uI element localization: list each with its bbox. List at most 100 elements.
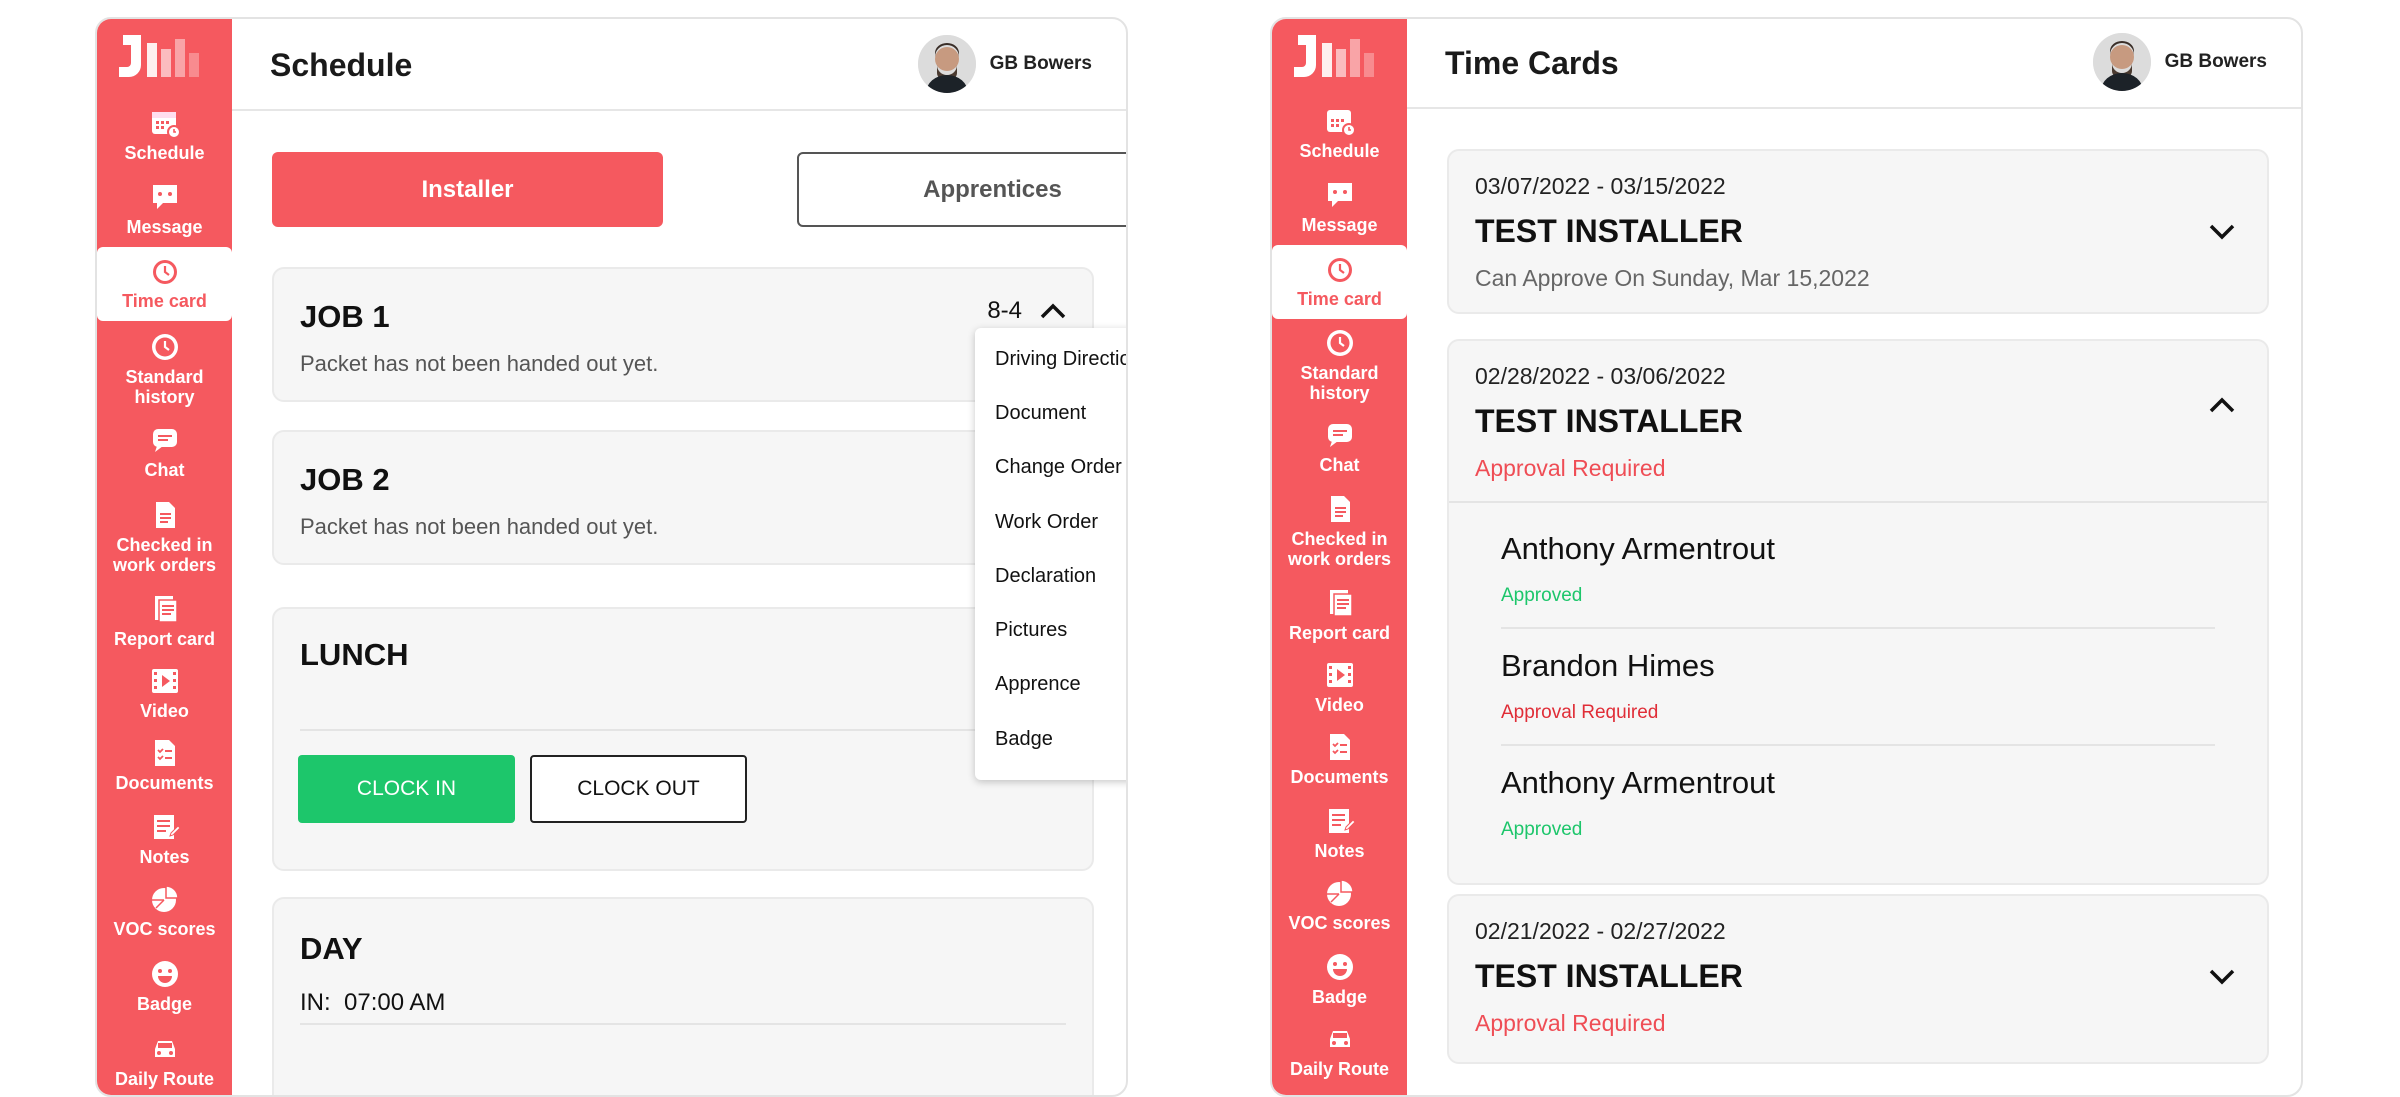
sidebar-item-chat[interactable]: Chat [97,422,232,480]
sidebar-item-label: Daily Route [114,1069,215,1089]
chevron-down-icon[interactable] [2207,966,2237,986]
sidebar-item-badge[interactable]: Badge [97,956,232,1014]
job-title: JOB 2 [300,462,390,497]
clock-out-button[interactable]: CLOCK OUT [530,755,747,823]
sidebar-item-daily-route[interactable]: Daily Route [1272,1021,1407,1079]
entry-status: Approval Required [1501,702,1659,723]
timecard-title: TEST INSTALLER [1475,958,1743,994]
menu-item-change-order[interactable]: Change Order [975,441,1126,495]
sidebar-item-time-card[interactable]: Time card [1272,245,1407,319]
timecard-2[interactable]: 02/28/2022 - 03/06/2022 TEST INSTALLER A… [1447,339,2269,885]
schedule-panel: Schedule Message Time card Standard hist… [95,17,1128,1097]
menu-item-document[interactable]: Document [975,386,1126,440]
menu-item-work-order[interactable]: Work Order [975,495,1126,549]
sidebar-item-label: Video [1315,695,1364,715]
sidebar: Schedule Message Time card Standard hist… [97,19,232,1095]
pie-chart-icon [1322,875,1358,911]
sidebar-item-label: Message [126,217,203,237]
report-icon [147,591,183,627]
sidebar-item-documents[interactable]: Documents [1272,729,1407,787]
day-title: DAY [300,931,363,966]
entry-name: Brandon Himes [1501,648,1715,683]
calendar-icon [1322,103,1358,139]
entry-name: Anthony Armentrout [1501,531,1775,566]
sidebar-item-documents[interactable]: Documents [97,735,232,793]
sidebar-item-schedule[interactable]: Schedule [1272,103,1407,161]
report-icon [1322,585,1358,621]
timecard-3[interactable]: 02/21/2022 - 02/27/2022 TEST INSTALLER A… [1447,894,2269,1064]
chevron-down-icon[interactable] [2207,221,2237,241]
job-card-1[interactable]: JOB 1 Packet has not been handed out yet… [272,267,1094,402]
sidebar-item-label: Chat [1319,455,1360,475]
tab-installer[interactable]: Installer [272,152,663,227]
sidebar-item-standard-history[interactable]: Standard history [97,329,232,407]
sidebar-item-checked-in-work-orders[interactable]: Checked in work orders [1272,491,1407,569]
message-icon [147,179,183,215]
menu-item-driving-direction[interactable]: Driving Direction [975,332,1126,386]
history-icon [1322,325,1358,361]
document-icon [1322,491,1358,527]
clock-icon [147,253,183,289]
user-profile[interactable]: GB Bowers [2092,33,2267,91]
job-time: 8-4 [987,297,1022,324]
sidebar-item-voc-scores[interactable]: VOC scores [97,881,232,939]
sidebar-item-notes[interactable]: Notes [97,809,232,867]
message-icon [1322,177,1358,213]
menu-item-apprence[interactable]: Apprence [975,658,1126,712]
sidebar-item-video[interactable]: Video [97,663,232,721]
sidebar-item-report-card[interactable]: Report card [1272,585,1407,643]
checklist-icon [147,735,183,771]
sidebar-item-notes[interactable]: Notes [1272,803,1407,861]
menu-item-pictures[interactable]: Pictures [975,603,1126,657]
car-icon [147,1031,183,1067]
timecard-1[interactable]: 03/07/2022 - 03/15/2022 TEST INSTALLER C… [1447,149,2269,314]
divider [1501,744,2215,746]
day-in-label: IN: [300,989,331,1016]
user-name: GB Bowers [989,53,1092,74]
user-profile[interactable]: GB Bowers [917,35,1092,93]
page-title: Schedule [270,47,413,83]
sidebar-item-video[interactable]: Video [1272,657,1407,715]
sidebar-item-voc-scores[interactable]: VOC scores [1272,875,1407,933]
sidebar-item-report-card[interactable]: Report card [97,591,232,649]
page-title: Time Cards [1445,45,1619,81]
day-in-time: 07:00 AM [344,989,446,1016]
divider [1449,501,2267,503]
checklist-icon [1322,729,1358,765]
sidebar-item-label: Badge [136,994,192,1014]
menu-item-badge[interactable]: Badge [975,712,1126,766]
job-card-2[interactable]: JOB 2 Packet has not been handed out yet… [272,430,1094,565]
menu-item-declaration[interactable]: Declaration [975,549,1126,603]
sidebar-item-label: Video [140,701,189,721]
job-subtitle: Packet has not been handed out yet. [300,514,659,539]
timecard-dates: 02/21/2022 - 02/27/2022 [1475,918,1726,944]
chevron-up-icon[interactable] [2207,395,2237,415]
smiley-icon [147,956,183,992]
sidebar-item-daily-route[interactable]: Daily Route [97,1031,232,1089]
sidebar-item-label: Standard history [1300,363,1379,403]
sidebar-item-label: Schedule [124,143,205,163]
sidebar-item-badge[interactable]: Badge [1272,949,1407,1007]
sidebar-item-time-card[interactable]: Time card [97,247,232,321]
tab-apprentices[interactable]: Apprentices [797,152,1126,227]
sidebar: Schedule Message Time card Standard hist… [1272,19,1407,1095]
timecard-dates: 02/28/2022 - 03/06/2022 [1475,363,1726,389]
sidebar-item-label: Notes [139,847,190,867]
sidebar-item-message[interactable]: Message [1272,177,1407,235]
avatar [2092,33,2151,91]
notes-icon [1322,803,1358,839]
day-card: DAY IN: 07:00 AM [272,897,1094,1095]
timecards-panel: Schedule Message Time card Standard hist… [1270,17,2303,1097]
sidebar-item-checked-in-work-orders[interactable]: Checked in work orders [97,497,232,575]
document-icon [147,497,183,533]
sidebar-item-message[interactable]: Message [97,179,232,237]
clock-in-button[interactable]: CLOCK IN [298,755,515,823]
entry-status: Approved [1501,819,1583,840]
sidebar-item-schedule[interactable]: Schedule [97,105,232,163]
sidebar-item-label: Documents [1290,767,1389,787]
sidebar-item-standard-history[interactable]: Standard history [1272,325,1407,403]
sidebar-item-chat[interactable]: Chat [1272,417,1407,475]
chevron-up-icon[interactable] [1038,301,1068,321]
sidebar-item-label: VOC scores [113,919,216,939]
job-actions-menu: Driving Direction Document Change Order … [975,328,1126,780]
